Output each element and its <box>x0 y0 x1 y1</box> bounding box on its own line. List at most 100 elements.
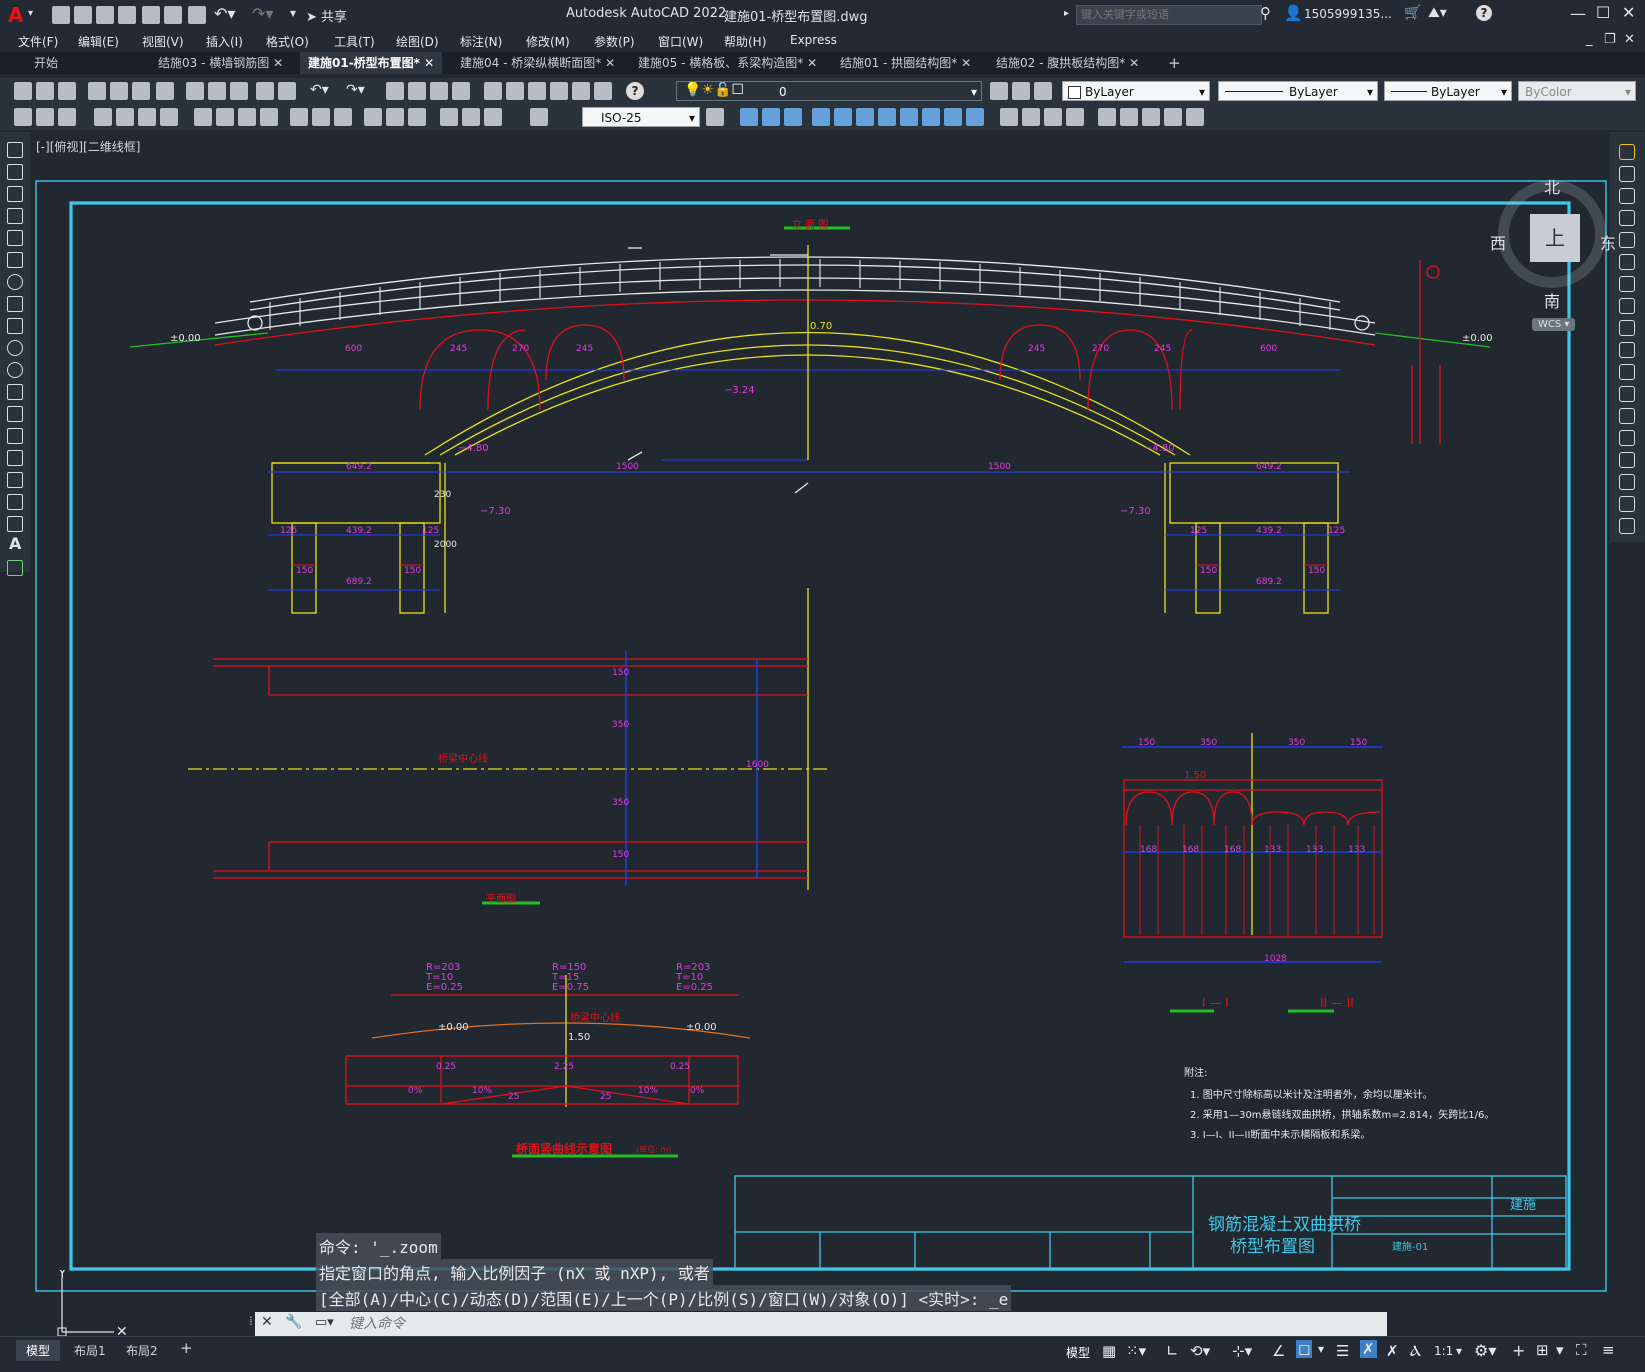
user-icon[interactable]: 👤 <box>1284 4 1303 22</box>
viewcube-south[interactable]: 南 <box>1544 288 1560 312</box>
tb-offset-icon[interactable] <box>944 108 962 126</box>
tb-new-icon[interactable] <box>14 82 32 100</box>
tb-fillet-icon[interactable] <box>1000 108 1018 126</box>
otrack-icon[interactable]: ∠ <box>1272 1342 1285 1360</box>
tab-close-icon[interactable]: ✕ <box>807 56 817 70</box>
tb-layer-previous-icon[interactable] <box>1034 82 1052 100</box>
menu-draw[interactable]: 绘图(D) <box>396 33 439 50</box>
help-icon[interactable]: ? <box>1476 5 1492 21</box>
tb-3dprint-icon[interactable] <box>156 82 174 100</box>
tb-xref-icon[interactable] <box>1164 108 1182 126</box>
tb-dim-aligned-icon[interactable] <box>36 108 54 126</box>
tb-extend-icon[interactable] <box>922 108 940 126</box>
tb-dim-break-icon[interactable] <box>312 108 330 126</box>
tb-undo-icon[interactable]: ↶▾ <box>310 82 329 98</box>
tb-array-icon[interactable] <box>966 108 984 126</box>
tb-matchprop-icon[interactable] <box>256 82 274 100</box>
tb-erase-icon[interactable] <box>878 108 896 126</box>
command-input[interactable] <box>347 1314 1381 1334</box>
ellipse-arc-tool-icon[interactable] <box>7 362 23 378</box>
tb-save-icon[interactable] <box>58 82 76 100</box>
undo-icon[interactable]: ↶▾ <box>214 4 235 23</box>
tab-doc[interactable]: 结施01 - 拱圈结构图* ✕ <box>832 52 979 74</box>
tab-doc[interactable]: 结施02 - 腹拱板结构图* ✕ <box>988 52 1147 74</box>
osnap-dropdown-icon[interactable]: ▾ <box>1318 1342 1324 1356</box>
isodraft-icon[interactable]: ⊹▾ <box>1232 1342 1252 1360</box>
line-tool-icon[interactable] <box>7 142 23 158</box>
tb-zoom-previous-icon[interactable] <box>452 82 470 100</box>
tab-close-icon[interactable]: ✕ <box>424 56 434 70</box>
insert-block-tool-icon[interactable] <box>7 384 23 400</box>
share-button[interactable]: ➤ 共享 <box>306 6 347 25</box>
rectangle-tool-icon[interactable] <box>7 230 23 246</box>
tb-pan-icon[interactable] <box>386 82 404 100</box>
tb-designcenter-icon[interactable] <box>506 82 524 100</box>
tb-scale-icon[interactable] <box>856 108 874 126</box>
tb-dimstyle-manager-icon[interactable] <box>706 108 724 126</box>
viewcube-east[interactable]: 东 <box>1600 230 1616 254</box>
tb-move-icon[interactable] <box>740 108 758 126</box>
open-file-icon[interactable] <box>74 6 92 24</box>
tb-layer-properties-icon[interactable] <box>990 82 1008 100</box>
rotate-tool-icon[interactable] <box>1619 276 1635 292</box>
layer-dropdown[interactable]: 0 ▾ <box>676 81 982 101</box>
new-file-icon[interactable] <box>52 6 70 24</box>
tb-quick-dim-icon[interactable] <box>216 108 234 126</box>
search-expand-icon[interactable]: ▸ <box>1064 8 1069 19</box>
add-layout-icon[interactable]: + <box>180 1339 193 1357</box>
print-icon[interactable] <box>188 6 206 24</box>
blend-tool-icon[interactable] <box>1619 496 1635 512</box>
tab-close-icon[interactable]: ✕ <box>961 56 971 70</box>
tb-zoom-realtime-icon[interactable] <box>408 82 426 100</box>
wcs-menu[interactable]: WCS ▾ <box>1532 318 1576 331</box>
recent-commands-icon[interactable]: ▭▾ <box>315 1315 334 1330</box>
tb-redo-icon[interactable]: ↷▾ <box>346 82 365 98</box>
tb-center-mark-icon[interactable] <box>364 108 382 126</box>
menu-window[interactable]: 窗口(W) <box>658 33 703 50</box>
dimstyle-dropdown[interactable]: ISO-25 ▾ <box>582 107 700 127</box>
scale-tool-icon[interactable] <box>1619 298 1635 314</box>
tb-dim-arc-icon[interactable] <box>58 108 76 126</box>
fullscreen-icon[interactable]: ⛶ <box>1576 1341 1587 1359</box>
tb-publish-icon[interactable] <box>132 82 150 100</box>
tab-close-icon[interactable]: ✕ <box>273 56 283 70</box>
viewcube[interactable]: 上 北 南 西 东 WCS ▾ <box>1470 158 1616 331</box>
tb-copy-obj-icon[interactable] <box>762 108 780 126</box>
menu-dimension[interactable]: 标注(N) <box>460 33 502 50</box>
explode-tool-icon[interactable] <box>1619 518 1635 534</box>
tb-dim-ordinate-icon[interactable] <box>94 108 112 126</box>
tb-properties-icon[interactable] <box>484 82 502 100</box>
mtext-tool-icon[interactable]: A <box>9 534 21 553</box>
menu-file[interactable]: 文件(F) <box>18 33 58 50</box>
tb-dim-edit-icon[interactable] <box>440 108 458 126</box>
tb-trim-icon[interactable] <box>900 108 918 126</box>
lineweight-dropdown[interactable]: ByLayer ▾ <box>1384 81 1512 101</box>
chamfer-tool-icon[interactable] <box>1619 452 1635 468</box>
tb-make-block-icon[interactable] <box>1120 108 1138 126</box>
tb-dim-angular-icon[interactable] <box>194 108 212 126</box>
doc-restore-icon[interactable]: ❐ <box>1604 32 1616 47</box>
viewcube-north[interactable]: 北 <box>1544 174 1560 198</box>
tb-plot-icon[interactable] <box>88 82 106 100</box>
status-model-button[interactable]: 模型 <box>1066 1344 1090 1361</box>
stretch-tool-icon[interactable] <box>1619 320 1635 336</box>
doc-close-icon[interactable]: ✕ <box>1624 32 1635 47</box>
gradient-tool-icon[interactable] <box>7 472 23 488</box>
logo-dropdown-icon[interactable]: ▾ <box>28 8 33 19</box>
region-tool-icon[interactable] <box>7 494 23 510</box>
tb-paste-icon[interactable] <box>230 82 248 100</box>
autoscale-icon[interactable]: ✗ <box>1386 1342 1399 1360</box>
new-tab-icon[interactable]: + <box>1160 52 1189 74</box>
search-icon[interactable]: ⚲ <box>1260 4 1271 22</box>
tb-explode-icon[interactable] <box>1044 108 1062 126</box>
erase-tool-icon[interactable] <box>1619 144 1635 160</box>
make-block-tool-icon[interactable] <box>7 406 23 422</box>
tb-make-current-icon[interactable] <box>1012 82 1030 100</box>
qat-dropdown-icon[interactable]: ▾ <box>290 6 296 20</box>
add-selected-icon[interactable] <box>7 560 23 576</box>
tb-jogged-linear-icon[interactable] <box>408 108 426 126</box>
menu-insert[interactable]: 插入(I) <box>206 33 243 50</box>
tb-markup-icon[interactable] <box>572 82 590 100</box>
revcloud-tool-icon[interactable] <box>7 296 23 312</box>
break-tool-icon[interactable] <box>1619 408 1635 424</box>
